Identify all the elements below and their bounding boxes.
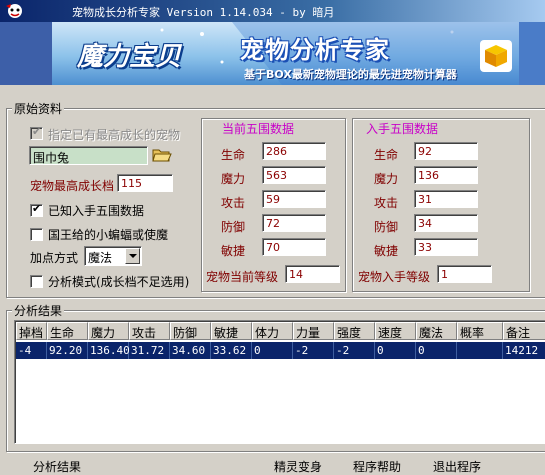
menu-exit[interactable]: 退出程序 (433, 458, 481, 475)
current-stat-label: 生命 (221, 148, 246, 162)
result-table[interactable]: 掉档 生命 魔力 攻击 防御 敏捷 体力 力量 强度 速度 魔法 概率 备注 -… (14, 320, 545, 444)
pet-name-field[interactable]: 围巾兔 (29, 146, 148, 165)
column-header[interactable]: 掉档 (16, 322, 47, 340)
raw-data-group-title: 原始资料 (12, 100, 65, 117)
initial-stats-title: 入手五围数据 (364, 120, 441, 137)
banner-logo: 魔力宝贝 (77, 42, 182, 72)
initial-defense-input[interactable]: 34 (414, 214, 478, 232)
dropdown-button[interactable] (125, 248, 140, 264)
banner-right-decoration (519, 22, 545, 85)
banner-left-decoration (0, 22, 52, 85)
current-hp-input[interactable]: 286 (262, 142, 326, 160)
column-header[interactable]: 体力 (252, 322, 293, 340)
current-mp-input[interactable]: 563 (262, 166, 326, 184)
initial-attack-input[interactable]: 31 (414, 190, 478, 208)
initial-mp-input[interactable]: 136 (414, 166, 478, 184)
initial-stat-label: 防御 (374, 220, 399, 234)
banner-title: 宠物分析专家 (240, 36, 390, 64)
menu-sprite-transform[interactable]: 精灵变身 (274, 458, 322, 475)
table-cell: 34.60 (170, 342, 211, 359)
chevron-down-icon (129, 254, 137, 258)
column-header[interactable]: 魔力 (88, 322, 129, 340)
column-header[interactable]: 攻击 (129, 322, 170, 340)
initial-level-input[interactable]: 1 (437, 265, 492, 283)
column-header[interactable]: 概率 (457, 322, 503, 340)
column-header[interactable]: 魔法 (416, 322, 457, 340)
known-stats-checkbox[interactable]: ✔ (30, 202, 43, 217)
current-stat-label: 攻击 (221, 196, 246, 210)
banner: 魔力宝贝 宠物分析专家 基于BOX最新宠物理论的最先进宠物计算器 (52, 22, 519, 85)
current-stat-label: 敏捷 (221, 244, 246, 258)
specify-max-checkbox[interactable]: ✔ (30, 125, 43, 140)
table-header: 掉档 生命 魔力 攻击 防御 敏捷 体力 力量 强度 速度 魔法 概率 备注 (16, 322, 545, 340)
king-bat-checkbox[interactable] (30, 228, 43, 241)
current-defense-input[interactable]: 72 (262, 214, 326, 232)
king-bat-label: 国王给的小蝙蝠或使魔 (48, 228, 169, 242)
bonus-mode-label: 加点方式 (30, 251, 79, 265)
app-icon (6, 4, 22, 18)
table-cell: -2 (293, 342, 334, 359)
column-header[interactable]: 敏捷 (211, 322, 252, 340)
initial-agility-input[interactable]: 33 (414, 238, 478, 256)
table-row[interactable]: -4 92.20 136.40 31.72 34.60 33.62 0 -2 -… (16, 342, 545, 359)
menu-help[interactable]: 程序帮助 (353, 458, 401, 475)
column-header[interactable]: 防御 (170, 322, 211, 340)
analysis-mode-label: 分析模式(成长档不足选用) (48, 275, 190, 289)
cube-icon (480, 40, 512, 72)
table-cell: 33.62 (211, 342, 252, 359)
table-cell: 0 (375, 342, 416, 359)
table-cell: 92.20 (47, 342, 88, 359)
table-cell (457, 342, 503, 359)
table-cell: 14212 (503, 342, 545, 359)
initial-stat-label: 攻击 (374, 196, 399, 210)
specify-max-label: 指定已有最高成长的宠物 (48, 128, 181, 142)
bonus-mode-value: 魔法 (88, 251, 113, 265)
window-title: 宠物成长分析专家 Version 1.14.034 - by 暗月 (72, 6, 335, 19)
known-stats-label: 已知入手五围数据 (48, 204, 145, 218)
current-attack-input[interactable]: 59 (262, 190, 326, 208)
current-stat-label: 魔力 (221, 172, 246, 186)
menu-analysis-result[interactable]: 分析结果 (33, 458, 81, 475)
current-stats-title: 当前五围数据 (220, 120, 297, 137)
title-bar[interactable]: 宠物成长分析专家 Version 1.14.034 - by 暗月 (0, 0, 545, 22)
table-cell: 31.72 (129, 342, 170, 359)
open-folder-icon[interactable] (152, 147, 172, 163)
table-cell: 0 (252, 342, 293, 359)
max-growth-label: 宠物最高成长档 (30, 179, 115, 193)
table-cell: 136.40 (90, 342, 130, 359)
table-cell: -4 (16, 342, 47, 359)
column-header[interactable]: 强度 (334, 322, 375, 340)
initial-stat-label: 魔力 (374, 172, 399, 186)
current-stat-label: 防御 (221, 220, 246, 234)
current-level-label: 宠物当前等级 (206, 270, 279, 284)
max-growth-input[interactable]: 115 (117, 174, 173, 192)
column-header[interactable]: 力量 (293, 322, 334, 340)
current-agility-input[interactable]: 70 (262, 238, 326, 256)
column-header[interactable]: 速度 (375, 322, 416, 340)
analysis-mode-checkbox[interactable] (30, 275, 43, 288)
column-header[interactable]: 备注 (503, 322, 545, 340)
initial-stat-label: 敏捷 (374, 244, 399, 258)
table-cell: 0 (416, 342, 457, 359)
bonus-mode-select[interactable]: 魔法 (84, 246, 142, 266)
initial-level-label: 宠物入手等级 (358, 270, 431, 284)
column-header[interactable]: 生命 (47, 322, 88, 340)
initial-hp-input[interactable]: 92 (414, 142, 478, 160)
banner-subtitle: 基于BOX最新宠物理论的最先进宠物计算器 (244, 68, 457, 81)
initial-stat-label: 生命 (374, 148, 399, 162)
current-level-input[interactable]: 14 (285, 265, 340, 283)
table-cell: -2 (334, 342, 375, 359)
result-group-title: 分析结果 (12, 302, 65, 319)
